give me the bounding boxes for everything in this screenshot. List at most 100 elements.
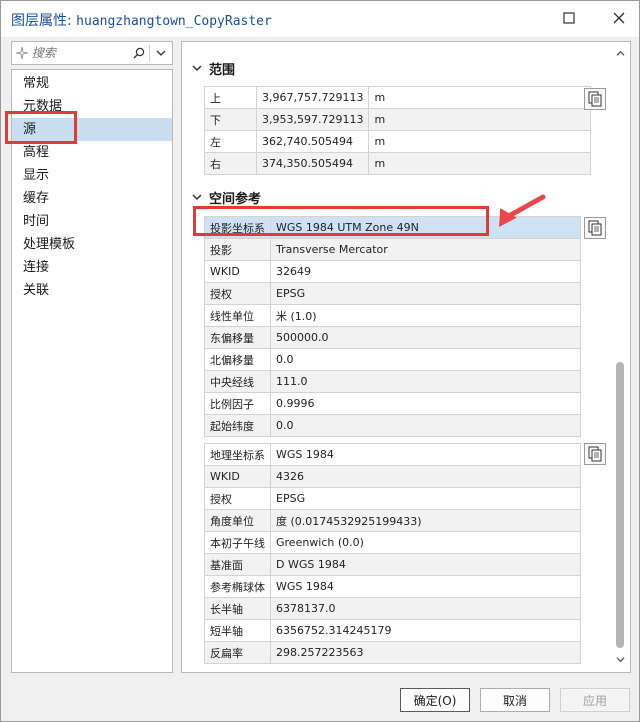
projected-label-cell: 比例因子	[204, 392, 271, 415]
scroll-up-button[interactable]	[613, 46, 627, 60]
projected-value-cell: 0.9996	[270, 392, 581, 415]
nav-item[interactable]: 关联	[12, 279, 172, 302]
copy-geographic-cs-button[interactable]	[584, 443, 606, 465]
table-row: 授权 EPSG	[204, 282, 581, 305]
projected-label-cell: 线性单位	[204, 304, 271, 327]
table-row: 参考椭球体 WGS 1984	[204, 575, 581, 598]
chevron-down-icon	[615, 656, 625, 662]
geographic-label-cell: 授权	[204, 487, 271, 510]
nav-item[interactable]: 源	[12, 118, 172, 141]
copy-projected-cs-button[interactable]	[584, 217, 606, 239]
title-bar: 图层属性: huangzhangtown_CopyRaster	[1, 1, 639, 37]
table-row: 基准面 D WGS 1984	[204, 553, 581, 576]
projected-value-cell: EPSG	[270, 282, 581, 305]
copy-icon	[588, 446, 602, 462]
nav-item[interactable]: 时间	[12, 210, 172, 233]
table-row: 线性单位米 (1.0)	[204, 304, 581, 327]
extent-label-cell: 左	[204, 130, 257, 153]
projected-label-cell: 北偏移量	[204, 348, 271, 371]
extent-value-cell: 374,350.505494	[255, 152, 370, 175]
table-row: WKID 32649	[204, 260, 581, 283]
projected-value-cell: 111.0	[270, 370, 581, 393]
extent-section-header[interactable]: 范围	[190, 58, 235, 78]
copy-extent-button[interactable]	[584, 88, 606, 110]
nav-item[interactable]: 高程	[12, 141, 172, 164]
vertical-scrollbar[interactable]	[609, 42, 630, 672]
geographic-label-cell: WKID	[204, 465, 271, 488]
geographic-label-cell: 本初子午线	[204, 531, 271, 554]
extent-unit-cell: m	[368, 152, 592, 175]
table-row: 短半轴 6356752.314245179	[204, 619, 581, 642]
table-row: 上 3,967,757.729113 m	[204, 86, 592, 109]
table-row: 地理坐标系 WGS 1984	[204, 443, 581, 466]
table-row: 下 3,953,597.729113 m	[204, 108, 592, 131]
projected-coordinate-system-table: 投影坐标系 WGS 1984 UTM Zone 49N 投影 Transverse M…	[204, 216, 581, 437]
left-panel: 常规元数据源高程显示缓存时间处理模板连接关联	[11, 41, 173, 673]
table-row: 左 362,740.505494 m	[204, 130, 592, 153]
extent-value-cell: 362,740.505494	[255, 130, 370, 153]
table-row: 投影坐标系 WGS 1984 UTM Zone 49N	[204, 216, 581, 239]
table-row: 本初子午线 Greenwich (0.0)	[204, 531, 581, 554]
geographic-label-cell: 反扁率	[204, 641, 271, 664]
nav-item[interactable]: 常规	[12, 72, 172, 95]
spatial-reference-title: 空间参考	[209, 191, 262, 207]
apply-button[interactable]: 应用	[560, 688, 630, 712]
geographic-value-cell: D WGS 1984	[270, 553, 581, 576]
extent-unit-cell: m	[368, 130, 592, 153]
spatial-reference-section-header[interactable]: 空间参考	[190, 187, 261, 207]
nav-item[interactable]: 显示	[12, 164, 172, 187]
nav-item[interactable]: 元数据	[12, 95, 172, 118]
chevron-down-icon	[156, 50, 166, 56]
geographic-value-cell: 6378137.0	[270, 597, 581, 620]
nav-item[interactable]: 连接	[12, 256, 172, 279]
geographic-label-cell: 参考椭球体	[204, 575, 271, 598]
scrollbar-thumb[interactable]	[616, 362, 624, 648]
search-icon[interactable]	[128, 42, 150, 64]
projected-label-cell: 授权	[204, 282, 271, 305]
geographic-label-cell: 角度单位	[204, 509, 271, 532]
table-row: 中央经线 111.0	[204, 370, 581, 393]
extent-title: 范围	[209, 62, 236, 78]
geographic-label-cell: 短半轴	[204, 619, 271, 642]
close-button[interactable]	[607, 7, 631, 29]
chevron-down-icon	[190, 190, 204, 204]
title-layer-name: huangzhangtown_CopyRaster	[76, 14, 272, 29]
geographic-coordinate-system-table: 地理坐标系 WGS 1984 WKID 4326 授权 EPSG 角度单位度 (0.0174…	[204, 443, 581, 664]
table-row: 反扁率 298.257223563	[204, 641, 581, 664]
search-input[interactable]	[31, 43, 128, 63]
dialog-title: 图层属性: huangzhangtown_CopyRaster	[11, 10, 272, 30]
search-options-button[interactable]	[150, 42, 172, 64]
projected-value-cell: 500000.0	[270, 326, 581, 349]
table-row: 东偏移量 500000.0	[204, 326, 581, 349]
table-row: WKID 4326	[204, 465, 581, 488]
projected-label-cell: WKID	[204, 260, 271, 283]
property-page-list: 常规 元数据源高程 显示 缓存 时间 处理模板 连接 关联	[11, 69, 173, 673]
projected-label-cell: 东偏移量	[204, 326, 271, 349]
projected-value-cell: 米 (1.0)	[270, 304, 581, 327]
scroll-down-button[interactable]	[613, 652, 627, 666]
ok-button[interactable]: 确定(O)	[400, 688, 470, 712]
cancel-button[interactable]: 取消	[480, 688, 550, 712]
sparkle-icon	[12, 42, 32, 64]
projected-value-cell: 32649	[270, 260, 581, 283]
projected-value-cell: 0.0	[270, 348, 581, 371]
geographic-label-cell: 基准面	[204, 553, 271, 576]
geographic-value-cell: 298.257223563	[270, 641, 581, 664]
extent-label-cell: 右	[204, 152, 257, 175]
extent-value-cell: 3,953,597.729113	[255, 108, 370, 131]
table-row: 起始纬度 0.0	[204, 414, 581, 437]
geographic-label-cell: 长半轴	[204, 597, 271, 620]
table-row: 投影 Transverse Mercator	[204, 238, 581, 261]
copy-icon	[588, 220, 602, 236]
projected-value-cell: 0.0	[270, 414, 581, 437]
extent-value-cell: 3,967,757.729113	[255, 86, 370, 109]
geographic-value-cell: 6356752.314245179	[270, 619, 581, 642]
title-prefix: 图层属性:	[11, 13, 77, 29]
nav-item[interactable]: 缓存	[12, 187, 172, 210]
extent-unit-cell: m	[368, 108, 592, 131]
maximize-button[interactable]	[557, 7, 581, 29]
table-row: 长半轴 6378137.0	[204, 597, 581, 620]
table-row: 授权 EPSG	[204, 487, 581, 510]
extent-label-cell: 下	[204, 108, 257, 131]
nav-item[interactable]: 处理模板	[12, 233, 172, 256]
